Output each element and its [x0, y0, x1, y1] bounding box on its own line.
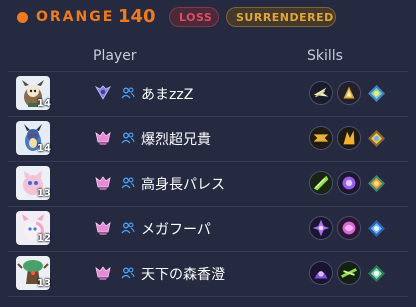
skill-icon-2 — [337, 171, 361, 195]
master-rank-icon — [94, 219, 112, 237]
skills-column-header: Skills — [307, 48, 343, 64]
held-item-icon — [367, 264, 386, 283]
pokemon-level: 13 — [37, 278, 51, 289]
skill-icon-2 — [337, 81, 361, 105]
held-item-icon — [367, 219, 386, 238]
held-item-icon — [367, 84, 386, 103]
party-icon — [121, 265, 135, 279]
pokemon-level: 13 — [37, 188, 51, 199]
row-divider — [8, 296, 408, 297]
player-column-header: Player — [93, 48, 137, 64]
player-name[interactable]: あまzzZ — [141, 84, 193, 104]
surrendered-badge: SURRENDERED — [226, 7, 336, 27]
party-icon — [121, 175, 135, 189]
skill-icon-1 — [309, 81, 333, 105]
table-row[interactable]: 14 あまzzZ — [0, 72, 416, 116]
player-name[interactable]: 天下の森香澄 — [141, 264, 225, 284]
skill-icon-2 — [337, 126, 361, 150]
party-icon — [121, 220, 135, 234]
team-color-dot — [17, 12, 28, 23]
table-row[interactable]: 13 高身長パレス — [0, 162, 416, 206]
team-score: 140 — [118, 6, 156, 27]
skill-icon-1 — [309, 171, 333, 195]
pokemon-level: 12 — [37, 233, 51, 244]
party-icon — [121, 85, 135, 99]
skill-icon-1 — [309, 216, 333, 240]
team-name: ORANGE — [36, 9, 115, 25]
table-row[interactable]: 12 メガフーパ — [0, 207, 416, 251]
table-row[interactable]: 14 爆烈超兄貴 — [0, 117, 416, 161]
master-rank-icon — [94, 264, 112, 282]
skill-icon-1 — [309, 261, 333, 285]
loss-badge: LOSS — [169, 7, 219, 27]
skill-icon-1 — [309, 126, 333, 150]
party-icon — [121, 130, 135, 144]
held-item-icon — [367, 174, 386, 193]
held-item-icon — [367, 129, 386, 148]
pokemon-level: 14 — [37, 143, 51, 154]
player-name[interactable]: 爆烈超兄貴 — [141, 129, 211, 149]
skill-icon-2 — [337, 216, 361, 240]
pokemon-level: 14 — [37, 98, 51, 109]
skill-icon-2 — [337, 261, 361, 285]
team-header: ORANGE 140 LOSS SURRENDERED — [0, 0, 416, 36]
player-name[interactable]: 高身長パレス — [141, 174, 225, 194]
master-rank-icon — [94, 174, 112, 192]
master-rank-icon — [94, 129, 112, 147]
table-row[interactable]: 13 天下の森香澄 — [0, 252, 416, 296]
ultra-rank-icon — [94, 84, 112, 102]
player-name[interactable]: メガフーパ — [141, 219, 211, 239]
